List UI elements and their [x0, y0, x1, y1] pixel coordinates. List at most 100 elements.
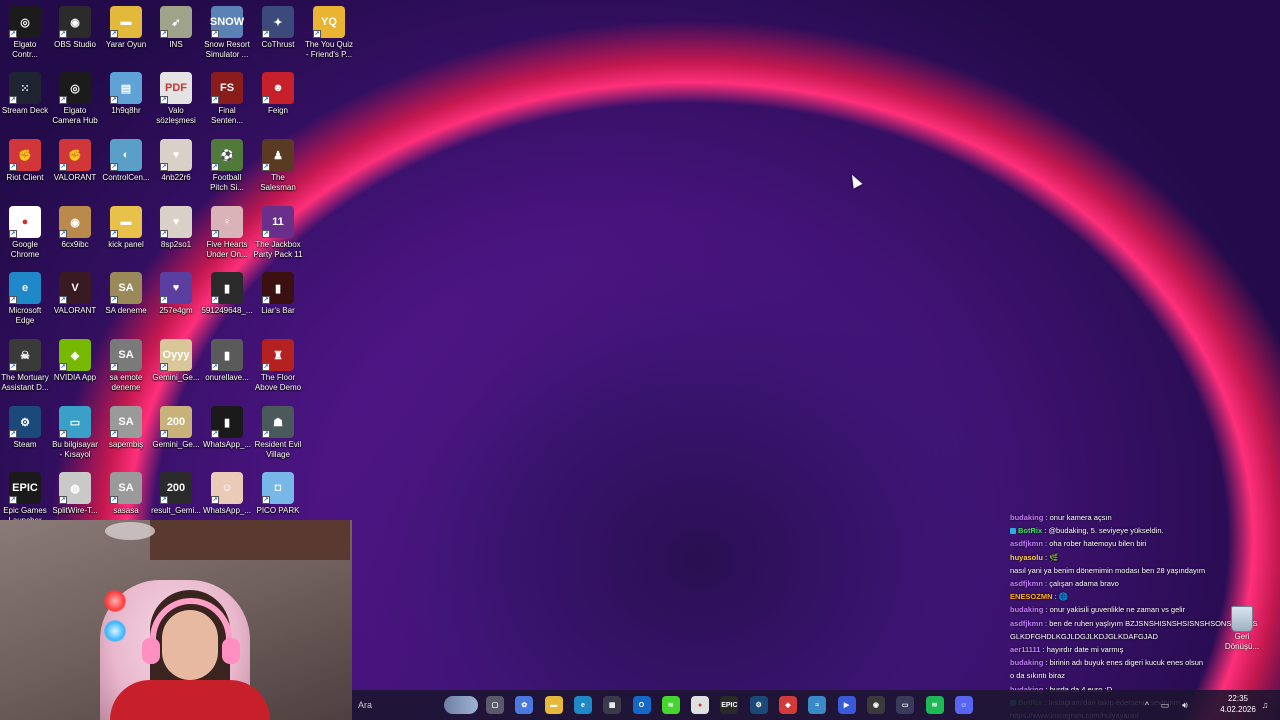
desktop-icon[interactable]: ☻ ↗ Feign — [252, 72, 304, 134]
chat-text: onur kamera açsın — [1049, 513, 1112, 522]
taskbar-anydesk-icon[interactable]: ◆ — [779, 696, 797, 714]
chat-text: nasıl yani ya benim dönemimin modası ben… — [1010, 565, 1206, 575]
desktop-icon[interactable]: ✊ ↗ VALORANT — [49, 139, 101, 201]
app-icon: YQ ↗ — [313, 6, 345, 38]
chat-username[interactable]: asdfjkmn — [1010, 539, 1043, 548]
desktop-icon[interactable]: ◈ ↗ NVIDIA App — [49, 339, 101, 401]
taskbar-store-icon[interactable]: ▦ — [603, 696, 622, 714]
chat-username[interactable]: asdfjkmn — [1010, 619, 1043, 628]
chat-username[interactable]: budaking — [1010, 605, 1043, 614]
taskbar-search-box[interactable]: Ara — [352, 690, 482, 720]
desktop-icon-label: Elgato Camera Hub — [52, 106, 98, 125]
chat-username[interactable]: huyasolu — [1010, 553, 1043, 562]
chat-username[interactable]: budaking — [1010, 513, 1043, 522]
app-icon: ▬ ↗ — [110, 6, 142, 38]
desktop-icon-label: WhatsApp_... — [202, 506, 252, 515]
taskbar-task-view-icon[interactable]: ▢ — [486, 696, 504, 714]
app-icon: ♥ ↗ — [160, 272, 192, 304]
desktop-icon[interactable]: SA ↗ sapembiş — [100, 406, 152, 468]
chat-username[interactable]: budaking — [1010, 658, 1043, 667]
desktop-icon[interactable]: ● ↗ Google Chrome — [0, 206, 51, 268]
chevron-up-icon[interactable]: ^ — [1142, 700, 1152, 710]
desktop-icon[interactable]: ♥ ↗ 4nb22r6 — [150, 139, 202, 201]
desktop-icon-label: SplitWire-T... — [52, 506, 98, 515]
desktop-icon[interactable]: ▮ ↗ WhatsApp_... — [201, 406, 253, 468]
desktop-icon[interactable]: ♟ ↗ The Salesman — [252, 139, 304, 201]
desktop-icon[interactable]: Oyyy ↗ Gemini_Ge... — [150, 339, 202, 401]
taskbar-edge-icon[interactable]: e — [573, 696, 592, 714]
taskbar-razer-icon[interactable]: ≋ — [661, 696, 680, 714]
desktop-icon-label: sa emote deneme — [109, 373, 143, 392]
network-icon[interactable]: ▭ — [1160, 700, 1170, 710]
desktop-icon[interactable]: ♀ ↗ Five Hearts Under On... — [201, 206, 253, 268]
taskbar-chrome-icon[interactable]: ● — [691, 696, 710, 714]
app-icon: ☻ ↗ — [262, 72, 294, 104]
desktop-icon[interactable]: ◉ ↗ 6cx9ibc — [49, 206, 101, 268]
mouse-cursor-icon — [847, 172, 863, 189]
taskbar-obs-icon[interactable]: ◉ — [866, 696, 885, 714]
taskbar-epic-games-icon[interactable]: EPIC — [720, 696, 739, 714]
taskbar-video-app-icon[interactable]: ▶ — [837, 696, 856, 714]
shortcut-arrow-icon: ↗ — [211, 96, 219, 104]
chat-username[interactable]: BotRix — [1018, 526, 1042, 535]
desktop-icon[interactable]: ☗ ↗ Resident Evil Village — [252, 406, 304, 468]
taskbar-spotify-icon[interactable]: ≋ — [925, 696, 944, 714]
chat-message: budaking : birinin adı buyuk enes digeri… — [1010, 658, 1204, 668]
desktop-icon[interactable]: ➶ ↗ INS — [150, 6, 202, 68]
desktop-icon[interactable]: ✦ ↗ CoThrust — [252, 6, 304, 68]
desktop-icon[interactable]: ♥ ↗ 257e4gm — [150, 272, 202, 334]
shortcut-arrow-icon: ↗ — [160, 296, 168, 304]
taskbar-file-explorer-icon[interactable]: ▬ — [544, 696, 563, 714]
desktop-icon[interactable]: ▮ ↗ Liar's Bar — [252, 272, 304, 334]
notification-bell-icon[interactable]: ♫ — [1260, 700, 1270, 710]
recycle-bin[interactable]: Geri Dönüşü... — [1222, 606, 1262, 658]
taskbar-discord-alt-icon[interactable]: ▭ — [896, 696, 915, 714]
desktop-icon[interactable]: ▮ ↗ 591249648_... — [201, 272, 253, 334]
desktop-icon[interactable]: SA ↗ SA deneme — [100, 272, 152, 334]
shortcut-arrow-icon: ↗ — [59, 430, 67, 438]
taskbar-steam-icon[interactable]: ⚙ — [749, 696, 768, 714]
desktop-icon[interactable]: FS ↗ Final Senten... — [201, 72, 253, 134]
shortcut-arrow-icon: ↗ — [59, 163, 67, 171]
desktop-icon[interactable]: ✊ ↗ Riot Client — [0, 139, 51, 201]
taskbar-wing-app-icon[interactable]: ≈ — [808, 696, 827, 714]
desktop-icon[interactable]: SA ↗ sa emote deneme — [100, 339, 152, 401]
app-icon: 11 ↗ — [262, 206, 294, 238]
chat-username[interactable]: ENESOZMN — [1010, 592, 1053, 601]
desktop-icon-label: Gemini_Ge... — [152, 440, 200, 449]
taskbar-copilot-icon[interactable]: ✿ — [515, 696, 534, 714]
desktop-icon[interactable]: ▬ ↗ kick panel — [100, 206, 152, 268]
desktop-icon[interactable]: ◎ ↗ Elgato Camera Hub — [49, 72, 101, 134]
speaker-icon[interactable]: 🔊︎ — [1180, 700, 1190, 710]
desktop-icon[interactable]: ▤ ↗ 1h9q8hr — [100, 72, 152, 134]
desktop-icon[interactable]: SNOW ↗ Snow Resort Simulator ... — [201, 6, 253, 68]
desktop-icon[interactable]: 11 ↗ The Jackbox Party Pack 11 — [252, 206, 304, 268]
desktop-icon[interactable]: ♥ ↗ 8sp2so1 — [150, 206, 202, 268]
desktop-icon[interactable]: e ↗ Microsoft Edge — [0, 272, 51, 334]
taskbar-outlook-icon[interactable]: O — [632, 696, 651, 714]
desktop-icon[interactable]: ▮ ↗ onurellave... — [201, 339, 253, 401]
desktop-icon[interactable]: ▭ ↗ Bu bilgisayar - Kısayol — [49, 406, 101, 468]
taskbar-discord-icon[interactable]: ☺ — [954, 696, 973, 714]
shortcut-arrow-icon: ↗ — [262, 430, 270, 438]
desktop-icon[interactable]: YQ ↗ The You Quiz - Friend's P... — [303, 6, 355, 68]
desktop-icon[interactable]: ♜ ↗ The Floor Above Demo — [252, 339, 304, 401]
desktop-icon[interactable]: ⁙ ↗ Stream Deck — [0, 72, 51, 134]
desktop-icon[interactable]: ▬ ↗ Yarar Oyun — [100, 6, 152, 68]
chat-username[interactable]: aer11111 — [1010, 645, 1040, 654]
shortcut-arrow-icon: ↗ — [262, 163, 270, 171]
desktop-icon-label: ControlCen... — [102, 173, 150, 182]
shortcut-arrow-icon: ↗ — [160, 163, 168, 171]
taskbar-clock[interactable]: 22:35 4.02.2026 — [1216, 693, 1260, 715]
desktop-icon[interactable]: 200 ↗ Gemini_Ge... — [150, 406, 202, 468]
app-icon: ☗ ↗ — [262, 406, 294, 438]
desktop-icon[interactable]: ◉ ↗ OBS Studio — [49, 6, 101, 68]
desktop-icon[interactable]: ⚙ ↗ Steam — [0, 406, 51, 468]
desktop-icon[interactable]: PDF ↗ Valo sözleşmesi — [150, 72, 202, 134]
chat-username[interactable]: asdfjkmn — [1010, 579, 1043, 588]
desktop-icon[interactable]: ◐ ↗ ControlCen... — [100, 139, 152, 201]
desktop-icon[interactable]: V ↗ VALORANT — [49, 272, 101, 334]
desktop-icon[interactable]: ◎ ↗ Elgato Contr... — [0, 6, 51, 68]
desktop-icon[interactable]: ⚽ ↗ Football Pitch Si... — [201, 139, 253, 201]
desktop-icon[interactable]: ☠ ↗ The Mortuary Assistant D... — [0, 339, 51, 401]
